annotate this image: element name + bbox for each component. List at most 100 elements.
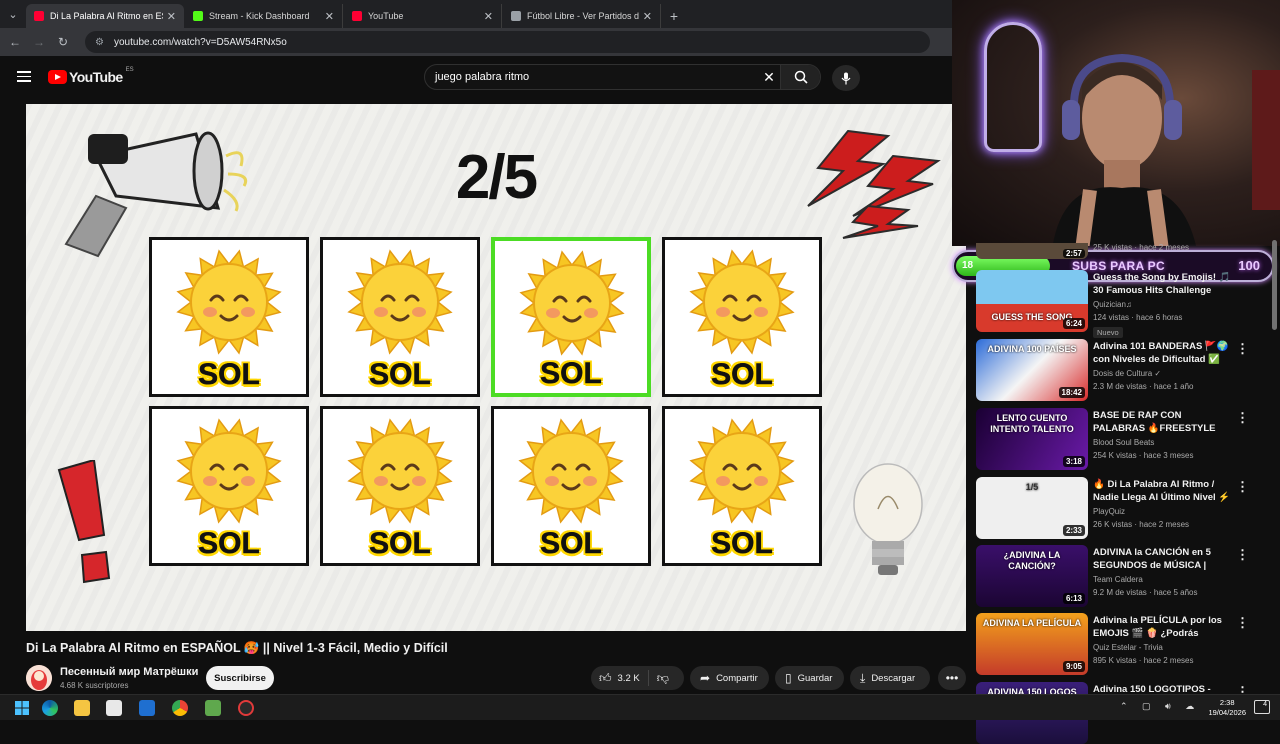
word-card: SOL [662, 237, 822, 397]
tab-search-chevron-icon[interactable]: ⌄ [0, 0, 26, 28]
related-video-item[interactable]: ADIVINA 100 PAÍSES 18:42 Adivina 101 BANDE… [976, 339, 1268, 401]
menu-hamburger-icon[interactable] [17, 71, 31, 82]
related-video-item[interactable]: ADIVINA LA PELÍCULA 9:05 Adivina la PELÍCU… [976, 613, 1268, 675]
windows-start-icon[interactable] [14, 700, 30, 716]
system-tray-icons[interactable]: ⌃ ▢ 🔊︎ ☁ [1120, 701, 1200, 712]
share-button[interactable]: ➦ Compartir [690, 666, 769, 690]
new-tab-plus-icon[interactable]: + [662, 4, 686, 28]
thumbnail-caption: 1/5 [1025, 482, 1039, 492]
download-button[interactable]: ⤓ Descargar [850, 666, 930, 690]
forward-arrow-icon[interactable]: → [27, 35, 51, 49]
word-card-label: SOL [540, 357, 602, 391]
tab-close-icon[interactable]: ✕ [325, 10, 334, 23]
related-video-channel[interactable]: Quizician♫ [1093, 300, 1132, 309]
save-button[interactable]: ▯ Guardar [775, 666, 844, 690]
video-thumbnail[interactable]: ADIVINA 100 PAÍSES 18:42 [976, 339, 1088, 401]
chrome-browser-icon[interactable] [172, 700, 188, 716]
browser-tab-bar: ⌄ Di La Palabra Al Ritmo en ESPAÑOL ✕ St… [0, 0, 952, 28]
related-video-meta: 124 vistas · hace 6 horas [1093, 313, 1183, 322]
url-field[interactable]: ⚙ youtube.com/watch?v=D5AW54RNx5o [85, 31, 930, 53]
more-options-icon[interactable]: ⋮ [1236, 410, 1249, 426]
related-video-item[interactable]: 1/5 2:33 🔥 Di La Palabra Al Ritmo / Nadie … [976, 477, 1268, 539]
youtube-logo[interactable]: YouTube ES [48, 67, 134, 85]
tab-futbol[interactable]: Fútbol Libre - Ver Partidos de Fútbol ✕ [503, 4, 661, 28]
channel-avatar[interactable] [26, 665, 52, 691]
related-video-item[interactable]: LENTO CUENTO INTENTO TALENTO 3:18 BASE DE … [976, 408, 1268, 470]
related-video-channel[interactable]: Team Caldera [1093, 575, 1143, 584]
store-icon[interactable] [106, 700, 122, 716]
site-info-icon[interactable]: ⚙ [95, 37, 107, 48]
related-video-meta: 26 K vistas · hace 2 meses [1093, 520, 1190, 529]
channel-name[interactable]: Песенный мир Матрёшки [60, 666, 198, 678]
video-thumbnail[interactable]: ADIVINA LA PELÍCULA 9:05 [976, 613, 1088, 675]
related-video-title[interactable]: BASE DE RAP CON PALABRAS 🔥FREESTYLE RAP … [1093, 409, 1231, 435]
share-label: Compartir [716, 672, 758, 684]
like-count[interactable]: 3.2 K [618, 673, 640, 684]
search-button[interactable] [780, 65, 820, 89]
related-video-title[interactable]: Guess the Song by Emojis! 🎵 30 Famous Hi… [1093, 271, 1231, 297]
clear-search-icon[interactable]: ✕ [758, 69, 780, 86]
file-explorer-icon[interactable] [74, 700, 90, 716]
search-input[interactable]: juego palabra ritmo [425, 71, 758, 83]
subscribe-button[interactable]: Suscribirse [206, 666, 274, 690]
thumbs-up-icon[interactable]: 👍︎ [599, 671, 612, 686]
mail-icon[interactable] [139, 700, 155, 716]
more-options-icon[interactable]: ⋮ [1236, 615, 1249, 631]
video-title: Di La Palabra Al Ritmo en ESPAÑOL 🥵 || N… [26, 641, 448, 655]
related-video-item[interactable]: GUESS THE SONG 6:24 Guess the Song by Emoj… [976, 270, 1268, 338]
clock[interactable]: 2:38 19/04/2026 [1208, 698, 1246, 718]
youtube-header: YouTube ES juego palabra ritmo ✕ [0, 56, 952, 98]
tab-kick[interactable]: Stream - Kick Dashboard ✕ [185, 4, 343, 28]
related-video-meta: 2.3 M de vistas · hace 1 año [1093, 382, 1194, 391]
word-card: SOL [662, 406, 822, 566]
related-video-title[interactable]: 🔥 Di La Palabra Al Ritmo / Nadie Llega A… [1093, 478, 1231, 504]
tab-active[interactable]: Di La Palabra Al Ritmo en ESPAÑOL ✕ [26, 4, 184, 28]
video-thumbnail[interactable]: 1/5 2:33 [976, 477, 1088, 539]
sub-goal-current: 18 [962, 260, 974, 271]
sidebar-scrollbar[interactable] [1272, 240, 1277, 330]
more-options-icon[interactable]: ⋮ [1236, 479, 1249, 495]
page-favicon-icon [511, 11, 521, 21]
related-video-item[interactable]: ¿ADIVINA LA CANCIÓN? 6:13 ADIVINA la CANCI… [976, 545, 1268, 607]
partial-related-thumbnail[interactable]: 2:57 [976, 243, 1088, 259]
related-video-title[interactable]: Adivina la PELÍCULA por los EMOJIS 🎬 🍿 ¿… [1093, 614, 1231, 640]
video-duration: 2:33 [1062, 525, 1085, 536]
thumbnail-caption: LENTO CUENTO INTENTO TALENTO [990, 413, 1074, 434]
thumbs-down-icon[interactable]: 👎︎ [657, 671, 669, 686]
related-video-channel[interactable]: Dosis de Cultura ✓ [1093, 369, 1161, 378]
notification-center-icon[interactable]: 4 [1254, 700, 1270, 714]
tab-close-icon[interactable]: ✕ [643, 10, 652, 23]
video-thumbnail[interactable]: GUESS THE SONG 6:24 [976, 270, 1088, 332]
game-app-icon[interactable] [205, 700, 221, 716]
more-options-icon[interactable]: ⋮ [1236, 547, 1249, 563]
related-video-title[interactable]: Adivina 101 BANDERAS 🚩🌍 con Niveles de D… [1093, 340, 1231, 366]
youtube-logo-text: YouTube [69, 69, 123, 85]
related-video-channel[interactable]: Blood Soul Beats [1093, 438, 1154, 447]
video-duration: 3:18 [1062, 456, 1085, 467]
video-player[interactable]: 2/5 SOL SOL SOL SOL SOL SOL SOL SOL [26, 104, 966, 631]
tab-close-icon[interactable]: ✕ [484, 10, 493, 23]
voice-search-button[interactable] [832, 65, 860, 91]
word-card: SOL [149, 237, 309, 397]
related-video-channel[interactable]: PlayQuiz [1093, 507, 1125, 516]
tab-close-icon[interactable]: ✕ [167, 10, 176, 23]
more-options-icon[interactable]: ⋮ [1236, 341, 1249, 357]
obs-studio-icon[interactable] [238, 700, 254, 716]
related-video-title[interactable]: ADIVINA la CANCIÓN en 5 SEGUNDOS de MÚSI… [1093, 546, 1231, 572]
streamer-webcam [952, 0, 1280, 246]
more-actions-button[interactable]: ••• [938, 666, 966, 690]
video-thumbnail[interactable]: ¿ADIVINA LA CANCIÓN? 6:13 [976, 545, 1088, 607]
back-arrow-icon[interactable]: ← [3, 35, 27, 49]
related-video-meta: 9.2 M de vistas · hace 5 años [1093, 588, 1198, 597]
video-thumbnail[interactable]: LENTO CUENTO INTENTO TALENTO 3:18 [976, 408, 1088, 470]
word-card: SOL [320, 237, 480, 397]
tab-youtube[interactable]: YouTube ✕ [344, 4, 502, 28]
round-counter: 2/5 [455, 143, 538, 212]
related-video-channel[interactable]: Quiz Estelar - Trivia [1093, 643, 1163, 652]
reload-icon[interactable]: ↻ [51, 35, 75, 49]
edge-browser-icon[interactable] [42, 700, 58, 716]
tab-title: Stream - Kick Dashboard [209, 11, 310, 21]
video-duration: 18:42 [1058, 387, 1085, 398]
matryoshka-avatar-icon [26, 665, 52, 691]
thumbnail-caption: ¿ADIVINA LA CANCIÓN? [1003, 550, 1061, 571]
